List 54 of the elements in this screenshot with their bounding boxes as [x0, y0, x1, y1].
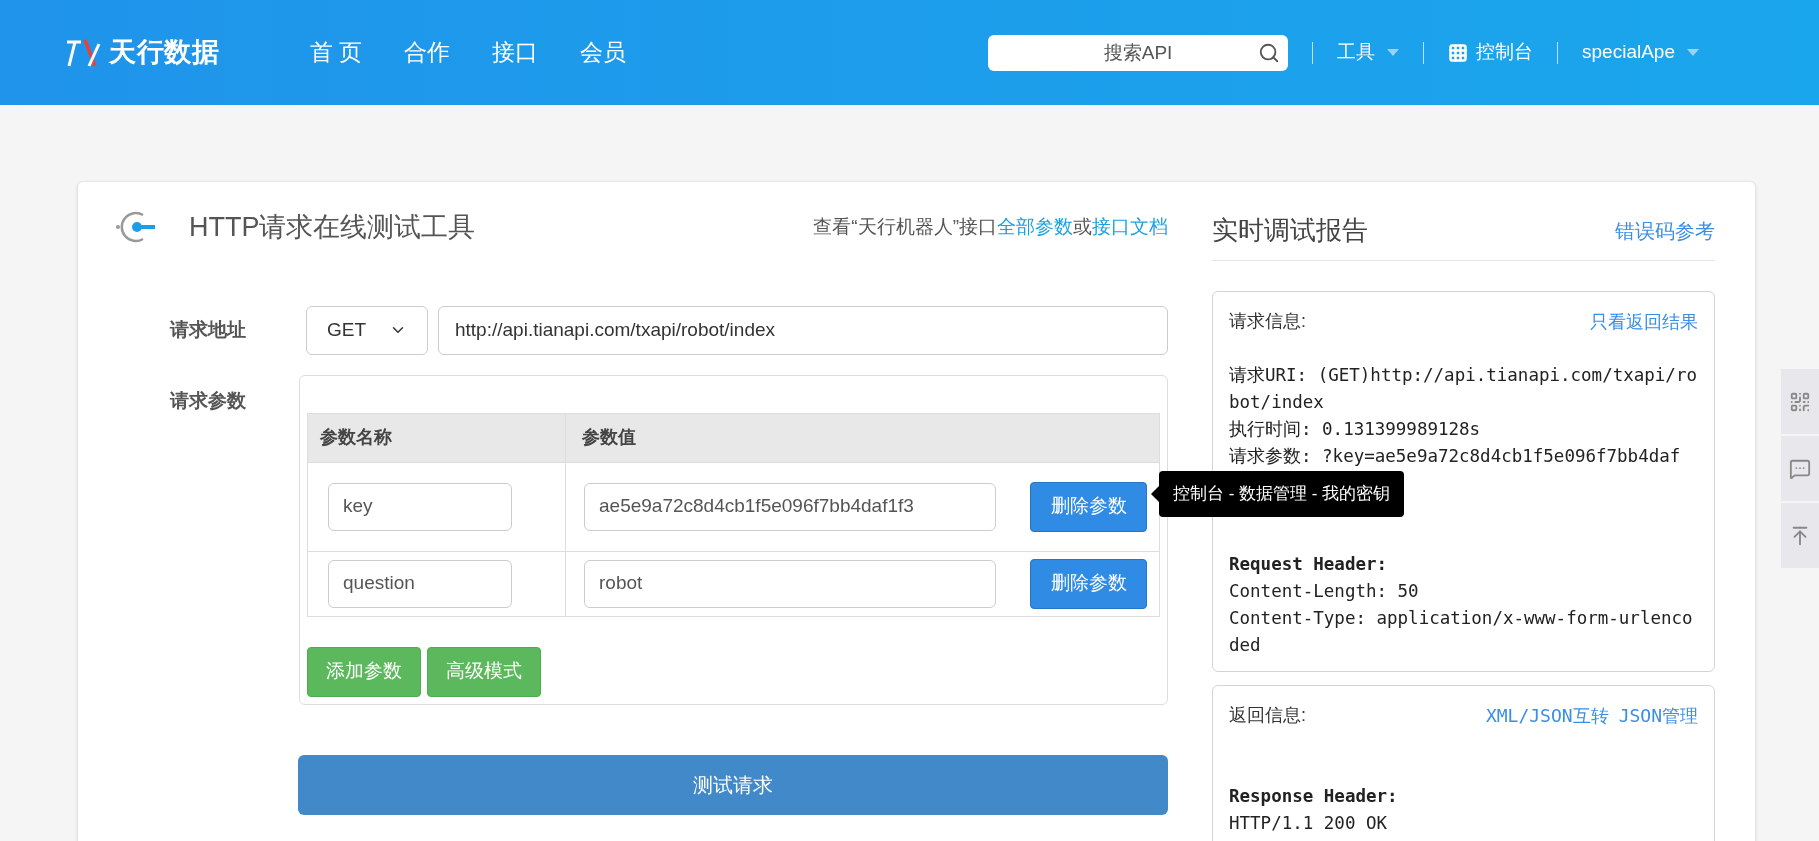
params-label: 请求参数 — [170, 388, 247, 413]
advanced-mode-button[interactable]: 高级模式 — [427, 646, 541, 697]
column-header: 参数名称 — [308, 413, 566, 462]
error-code-link[interactable]: 错误码参考 — [1615, 215, 1715, 246]
chat-icon — [1789, 457, 1811, 480]
param-value-field[interactable]: ae5e9a72c8d4cb1f5e096f7bb4daf1f3 — [584, 482, 996, 531]
report-line: 请求URI: (GET)http://api.tianapi.com/txapi/robot/index — [1229, 364, 1698, 414]
nav-link[interactable]: 合作 — [404, 35, 451, 70]
report-title: 实时调试报告 — [1212, 214, 1368, 247]
report-line: Response Header: — [1229, 785, 1399, 808]
add-param-button[interactable]: 添加参数 — [307, 646, 421, 697]
caret-icon — [1687, 49, 1699, 56]
logo-text: 天行数据 — [109, 36, 220, 70]
console-link[interactable]: 控制台 — [1448, 38, 1534, 67]
url-label: 请求地址 — [170, 317, 247, 342]
box-title: 请求信息: — [1229, 310, 1306, 333]
grid-icon — [1448, 42, 1469, 63]
box-title: 返回信息: — [1229, 704, 1306, 727]
tool-title: HTTP请求在线测试工具 — [189, 211, 476, 244]
doc-link[interactable]: 全部参数 — [997, 213, 1073, 242]
nav-link[interactable]: 接口 — [492, 35, 539, 70]
report-line: HTTP/1.1 200 OK — [1229, 812, 1389, 835]
report-line: Content-Type: application/x-www-form-urlencoded — [1229, 607, 1694, 657]
chat-tab[interactable] — [1781, 436, 1819, 501]
report-link[interactable]: XML/JSON互转 — [1485, 702, 1609, 729]
report-link[interactable]: JSON管理 — [1618, 702, 1698, 729]
url-field[interactable]: http://api.tianapi.com/txapi/robot/index — [438, 305, 1168, 355]
nav-link[interactable]: 会员 — [580, 35, 627, 70]
user-menu[interactable]: specialApe — [1582, 38, 1699, 67]
doc-text: 查看“天行机器人”接口 — [813, 215, 997, 239]
search-field[interactable]: 搜索API — [988, 34, 1289, 71]
tools-menu[interactable]: 工具 — [1337, 38, 1400, 67]
back-to-top-tab[interactable] — [1781, 503, 1819, 568]
param-value-field[interactable]: robot — [584, 559, 996, 608]
qr-code-tab[interactable] — [1781, 369, 1819, 434]
report-link[interactable]: 只看返回结果 — [1590, 308, 1698, 335]
qr-code-icon — [1789, 390, 1811, 413]
search-icon[interactable] — [1258, 41, 1281, 64]
delete-param-button[interactable]: 删除参数 — [1030, 558, 1147, 609]
report-line: 请求参数: ?key=ae5e9a72c8d4cb1f5e096f7bb4daf — [1229, 445, 1682, 468]
test-request-button[interactable]: 测试请求 — [298, 754, 1168, 815]
report-line: Request Header: — [1229, 553, 1389, 576]
tooltip: 控制台 - 数据管理 - 我的密钥 — [1151, 470, 1405, 517]
report-line: Content-Length: 50 — [1229, 580, 1420, 603]
report-line: 执行时间: 0.131399989128s — [1229, 418, 1482, 441]
doc-text: 或 — [1073, 215, 1092, 239]
column-header: 参数值 — [581, 426, 636, 449]
param-name-field[interactable]: key — [328, 482, 512, 531]
param-name-field[interactable]: question — [328, 559, 512, 608]
doc-link[interactable]: 接口文档 — [1092, 213, 1168, 242]
delete-param-button[interactable]: 删除参数 — [1030, 481, 1147, 532]
nav-link[interactable]: 首 页 — [310, 35, 363, 70]
caret-icon — [1387, 49, 1400, 56]
method-select[interactable]: GET — [306, 305, 428, 355]
